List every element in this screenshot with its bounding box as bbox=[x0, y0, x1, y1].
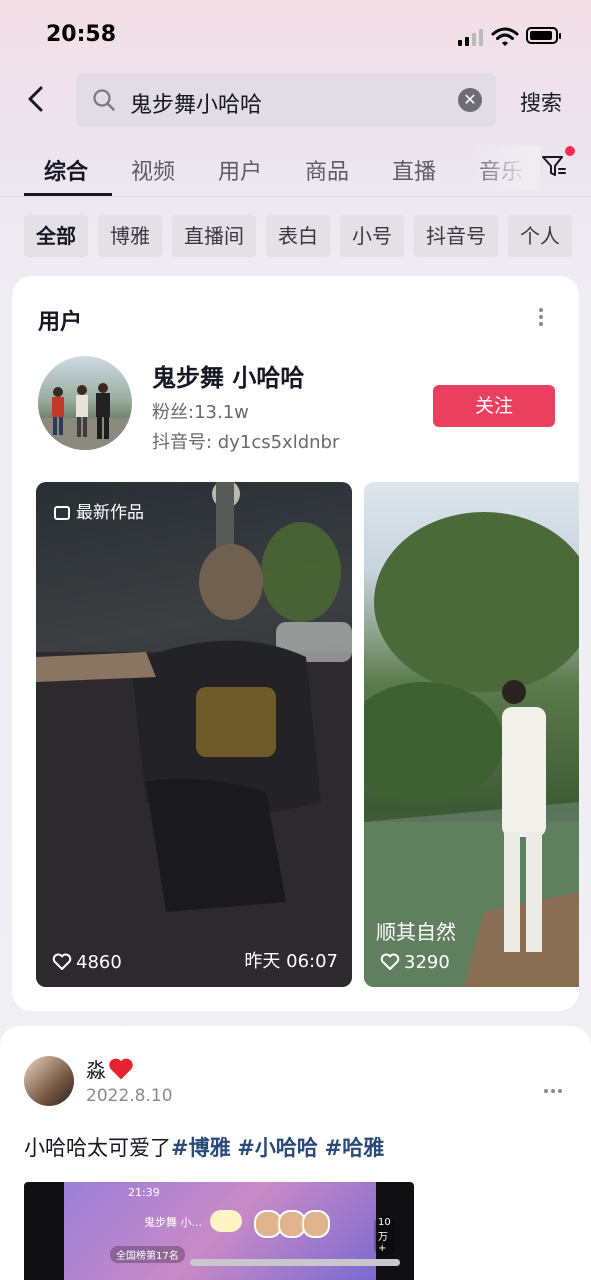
chip-all[interactable]: 全部 bbox=[24, 215, 88, 257]
tab-products[interactable]: 商品 bbox=[305, 154, 349, 186]
home-indicator bbox=[190, 1259, 400, 1266]
battery-icon bbox=[526, 27, 561, 44]
post-text: 小哈哈太可爱了#博雅 #小哈哈 #哈雅 bbox=[24, 1136, 385, 1160]
search-button[interactable]: 搜索 bbox=[520, 87, 562, 117]
hashtag[interactable]: #哈雅 bbox=[325, 1136, 385, 1160]
user-result-card: 用户 鬼步舞 小哈哈 粉丝:13.1w 抖音号: dy1cs5xldnbr 关注… bbox=[12, 276, 579, 1011]
viewer-avatar bbox=[302, 1210, 330, 1238]
media-time: 21:39 bbox=[128, 1186, 160, 1199]
cellular-signal-icon bbox=[458, 28, 484, 46]
post-date: 2022.8.10 bbox=[86, 1086, 173, 1106]
user-name[interactable]: 鬼步舞 小哈哈 bbox=[152, 358, 304, 393]
filter-chips: 全部 博雅 直播间 表白 小号 抖音号 个人 bbox=[24, 215, 591, 257]
filter-icon[interactable] bbox=[540, 152, 568, 180]
hashtag[interactable]: #小哈哈 bbox=[237, 1136, 318, 1160]
like-count: 3290 bbox=[380, 952, 450, 973]
fans-count: 粉丝:13.1w bbox=[152, 402, 249, 423]
video-date: 昨天 06:07 bbox=[244, 951, 338, 972]
chip-live-room[interactable]: 直播间 bbox=[172, 215, 256, 257]
post-card: 淼 2022.8.10 小哈哈太可爱了#博雅 #小哈哈 #哈雅 21:39 鬼步… bbox=[0, 1026, 591, 1280]
chip-alt-account[interactable]: 小号 bbox=[340, 215, 404, 257]
gift-icon bbox=[210, 1210, 242, 1232]
avatar[interactable] bbox=[38, 356, 132, 450]
chip-douyin-id[interactable]: 抖音号 bbox=[414, 215, 498, 257]
active-tab-indicator bbox=[24, 193, 112, 196]
more-options-icon[interactable] bbox=[544, 1078, 566, 1093]
search-query: 鬼步舞小哈哈 bbox=[130, 93, 263, 118]
tab-live[interactable]: 直播 bbox=[392, 154, 436, 186]
video-caption: 顺其自然 bbox=[376, 920, 456, 944]
follow-button[interactable]: 关注 bbox=[433, 385, 555, 427]
douyin-id: 抖音号: dy1cs5xldnbr bbox=[152, 432, 340, 453]
heart-icon bbox=[52, 953, 72, 970]
post-author[interactable]: 淼 bbox=[86, 1054, 134, 1083]
status-time: 20:58 bbox=[46, 22, 117, 47]
red-heart-icon bbox=[109, 1058, 133, 1080]
hashtag[interactable]: #博雅 bbox=[171, 1136, 231, 1160]
chip-confession[interactable]: 表白 bbox=[266, 215, 330, 257]
video-icon bbox=[54, 506, 70, 520]
media-viewer-count: 10万+ bbox=[374, 1216, 395, 1255]
media-rank: 全国榜第17名 bbox=[110, 1246, 185, 1263]
search-input[interactable]: 鬼步舞小哈哈 ✕ bbox=[76, 73, 496, 127]
media-streamer-name: 鬼步舞 小... bbox=[144, 1216, 202, 1229]
tab-comprehensive[interactable]: 综合 bbox=[44, 154, 88, 186]
status-bar: 20:58 bbox=[0, 0, 591, 70]
video-thumbnail-latest[interactable]: 最新作品 4860 昨天 06:07 bbox=[36, 482, 352, 987]
tab-users[interactable]: 用户 bbox=[218, 154, 262, 186]
heart-icon bbox=[380, 953, 400, 970]
chip-boya[interactable]: 博雅 bbox=[98, 215, 162, 257]
search-icon bbox=[93, 89, 115, 111]
notification-dot bbox=[565, 146, 575, 156]
latest-badge: 最新作品 bbox=[54, 498, 144, 523]
video-thumbnail-second[interactable]: 顺其自然 3290 bbox=[364, 482, 579, 987]
like-count: 4860 bbox=[52, 952, 122, 973]
tab-video[interactable]: 视频 bbox=[131, 154, 175, 186]
back-icon[interactable] bbox=[22, 84, 52, 114]
wifi-icon bbox=[491, 27, 519, 46]
more-options-icon[interactable] bbox=[538, 308, 544, 328]
clear-icon[interactable]: ✕ bbox=[458, 88, 482, 112]
avatar[interactable] bbox=[24, 1056, 74, 1106]
section-title: 用户 bbox=[38, 310, 83, 335]
chip-personal[interactable]: 个人 bbox=[508, 215, 572, 257]
